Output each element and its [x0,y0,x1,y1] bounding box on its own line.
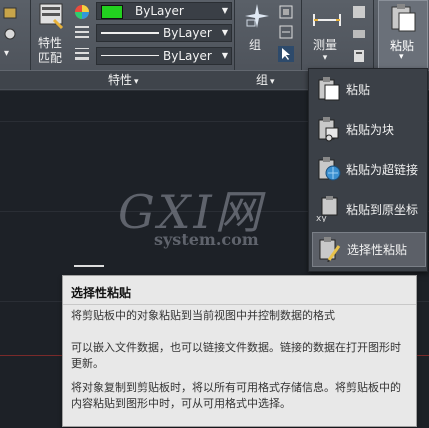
paste-special-icon [317,236,343,263]
group-panel-title[interactable]: 组 ▾ [256,71,275,88]
linetype-icon[interactable] [74,24,90,40]
paste-icon [316,76,342,102]
chevron-down-icon: ▾ [270,77,275,87]
menu-item-paste-as-block[interactable]: 粘贴为块 [312,113,424,146]
measure-icon[interactable] [312,4,342,30]
watermark-logo: GXI网 [118,185,264,239]
color-value: ByLayer [135,4,184,18]
tooltip: 选择性粘贴 将剪贴板中的对象粘贴到当前视图中并控制数据的格式 可以嵌入文件数据，… [62,275,417,427]
menu-item-label: 粘贴 [346,83,371,97]
menu-item-paste-as-hyperlink[interactable]: 粘贴为超链接 [312,153,424,186]
list-icon[interactable] [74,46,90,62]
properties-panel-title[interactable]: 特性 ▾ [108,71,139,88]
group-tool-icon[interactable] [278,24,294,40]
paste-icon [389,3,417,33]
tooltip-summary: 将剪贴板中的对象粘贴到当前视图中并控制数据的格式 [71,309,335,322]
tooltip-title: 选择性粘贴 [71,286,132,300]
partial-tool-icon[interactable] [2,4,18,20]
paste-dropdown-menu: 粘贴 粘贴为块 粘贴为超链接 xy 粘贴到原坐标 选择性粘贴 [308,68,428,272]
lineweight-dropdown[interactable]: ByLayer ▼ [96,47,232,65]
tooltip-detail: 将对象复制到剪贴板时，将以所有可用格式存储信息。将剪贴板中的内容粘贴到图形中时，… [71,381,401,410]
menu-item-label: 粘贴为超链接 [346,163,419,177]
chevron-down-icon: ▼ [221,51,228,60]
linetype-dropdown[interactable]: ByLayer ▼ [96,24,232,42]
group-icon[interactable] [243,2,271,30]
select-cursor-icon[interactable] [278,46,294,62]
paste-button[interactable]: 粘贴 ▾ [378,0,428,70]
tooltip-detail: 可以嵌入文件数据，也可以链接文件数据。链接的数据在打开图形时更新。 [71,341,401,370]
lineweight-preview [101,55,159,56]
color-swatch [101,5,123,19]
group-tool-icon[interactable] [278,4,294,20]
utility-icon[interactable] [352,26,366,40]
linetype-value: ByLayer [163,26,212,40]
menu-item-paste-special[interactable]: 选择性粘贴 [312,232,426,267]
paste-as-hyperlink-icon [316,156,342,182]
chevron-down-icon: ▼ [221,6,228,15]
utility-icon[interactable] [352,4,366,18]
svg-text:xy: xy [316,214,327,222]
menu-item-label: 粘贴到原坐标 [346,203,419,217]
chevron-down-icon: ▾ [322,53,328,63]
linetype-preview [101,32,159,34]
chevron-down-icon: ▼ [221,28,228,37]
watermark-domain: system.com [154,230,259,249]
chevron-down-icon: ▾ [134,77,139,87]
menu-item-paste[interactable]: 粘贴 [312,73,424,106]
color-dropdown[interactable]: ByLayer ▼ [96,2,232,20]
paste-as-block-icon [316,116,342,142]
group-panel-label: 组 [256,73,269,87]
color-wheel-icon[interactable] [74,4,90,20]
chevron-down-icon: ▾ [399,52,404,62]
measure-button[interactable]: 测量 ▾ [313,36,337,63]
group-button[interactable]: 组 [249,36,261,53]
chevron-down-icon[interactable]: ▾ [4,48,9,59]
partial-tool-icon[interactable] [2,26,18,42]
menu-item-paste-to-original-coordinates[interactable]: xy 粘贴到原坐标 [312,193,424,226]
measure-label: 测量 [313,38,338,52]
match-properties-button[interactable]: 特性 匹配 [38,36,68,66]
menu-item-label: 选择性粘贴 [347,243,408,257]
watermark: GXI网 system.com [118,188,264,249]
paste-to-original-coordinates-icon: xy [316,196,342,224]
lineweight-value: ByLayer [163,49,212,63]
calculator-icon[interactable] [352,48,366,62]
menu-item-label: 粘贴为块 [346,123,395,137]
divider [63,304,416,305]
match-properties-icon[interactable] [36,2,66,32]
properties-panel-label: 特性 [108,73,133,87]
